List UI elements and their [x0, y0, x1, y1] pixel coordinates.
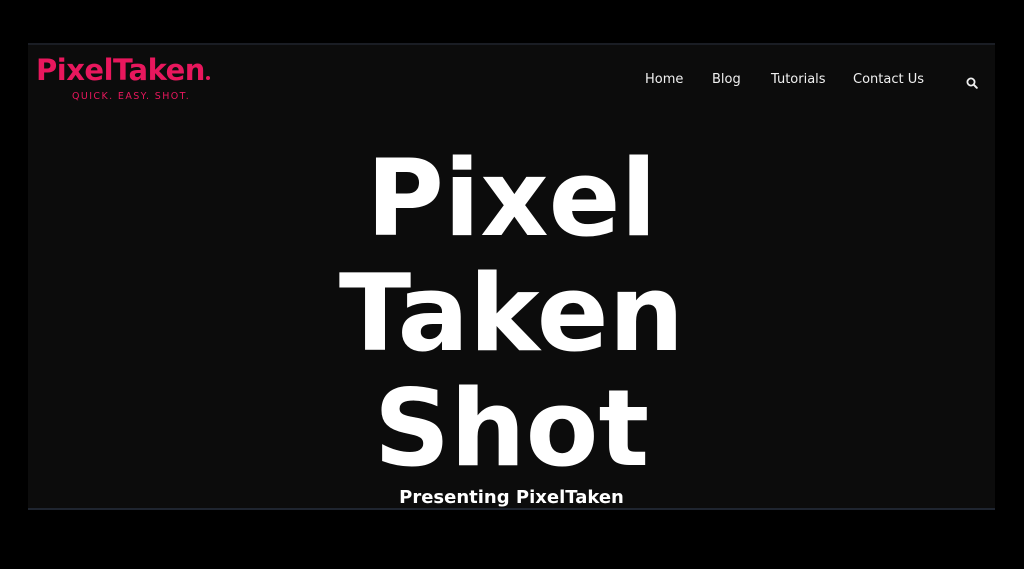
hero-subtitle: Presenting PixelTaken: [399, 487, 624, 508]
nav-item-contact-us[interactable]: Contact Us: [853, 71, 924, 89]
hero-title-line-3: Shot: [373, 367, 650, 490]
hero-title: Pixel Taken Shot: [28, 141, 995, 486]
main-nav: Home Blog Tutorials Contact Us: [28, 71, 995, 91]
website-page: PixelTaken QUICK. EASY. SHOT. Home Blog …: [28, 43, 995, 510]
hero-title-line-1: Pixel: [366, 137, 657, 260]
nav-item-home[interactable]: Home: [645, 71, 683, 89]
nav-item-blog[interactable]: Blog: [712, 71, 741, 89]
logo-tagline: QUICK. EASY. SHOT.: [72, 91, 191, 102]
hero-title-line-2: Taken: [338, 252, 685, 375]
nav-item-tutorials[interactable]: Tutorials: [771, 71, 826, 89]
search-icon[interactable]: [966, 74, 978, 89]
